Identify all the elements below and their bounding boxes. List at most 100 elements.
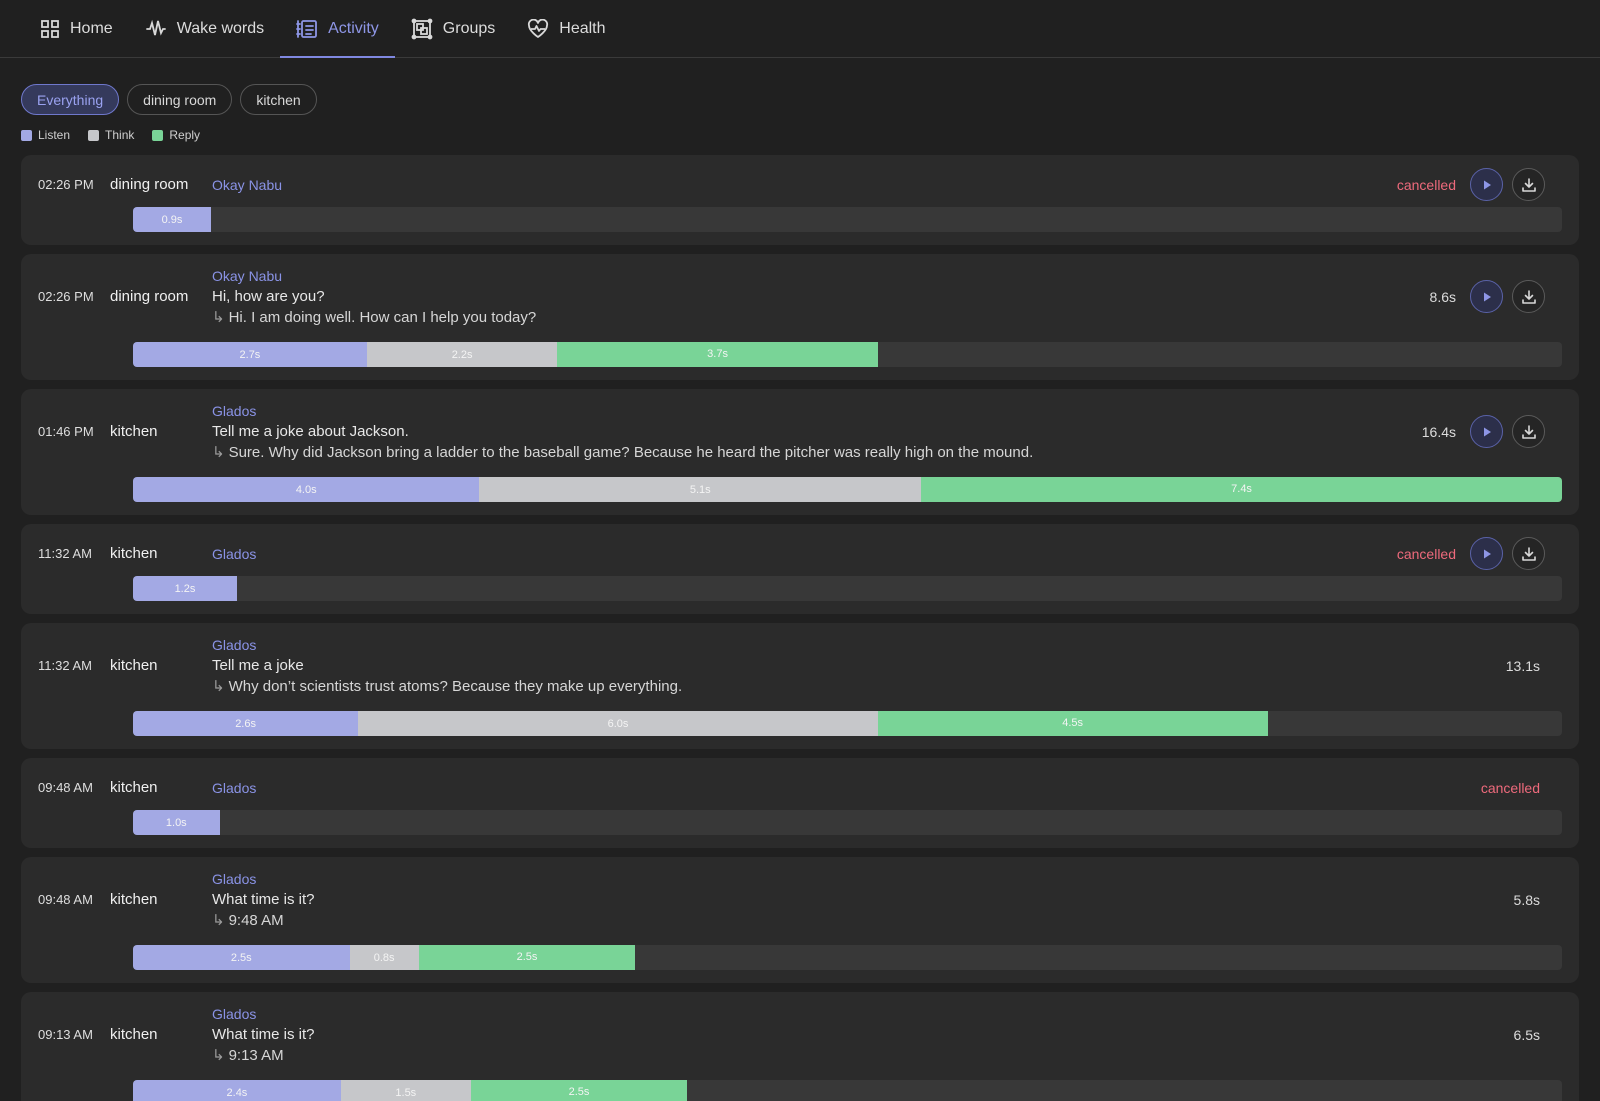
download-button[interactable]: [1512, 168, 1545, 201]
filter-chip-dining-room[interactable]: dining room: [127, 84, 233, 115]
legend-label: Listen: [38, 128, 71, 142]
activity-texts: Okay Nabu Hi, how are you? ↳ Hi. I am doing…: [212, 267, 1562, 328]
activity-actions: cancelled: [1397, 537, 1545, 570]
nav-home-label: Home: [70, 19, 113, 37]
activity-card: 09:48 AM kitchen Glados cancelled 1.0s: [21, 758, 1579, 848]
duration-label: 13.1s: [1505, 658, 1540, 674]
activity-list: 02:26 PM dining room Okay Nabu cancelled 0.9…: [0, 142, 1600, 1101]
activity-texts: Glados What time is it? ↳ 9:48 AM: [212, 870, 1562, 931]
activity-texts: Okay Nabu: [212, 168, 1562, 195]
reply-text: Sure. Why did Jackson bring a ladder to …: [228, 444, 1034, 461]
activity-card: 02:26 PM dining room Okay Nabu Hi, how are …: [21, 254, 1579, 380]
activity-room: kitchen: [110, 891, 158, 908]
status-cancelled-label: cancelled: [1396, 176, 1456, 193]
timeline-bar: 0.9s: [133, 207, 1562, 232]
timeline-bar: 2.4s 1.5s 2.5s: [133, 1080, 1562, 1101]
activity-time: 02:26 PM: [38, 177, 94, 192]
legend-swatch-listen: [21, 129, 32, 141]
wake-word: Glados: [212, 780, 257, 796]
timeline-segment-listen: 2.6s: [133, 711, 359, 736]
play-button[interactable]: [1470, 415, 1503, 448]
download-icon: [1521, 289, 1536, 304]
timeline-segment-think: 0.8s: [349, 945, 419, 970]
download-button[interactable]: [1512, 415, 1545, 448]
reply-line: ↳ Why don’t scientists trust atoms? Becau…: [212, 676, 1562, 697]
activity-header: 09:48 AM kitchen Glados What time is it? ↳ 9:…: [38, 870, 1562, 940]
nav-groups-label: Groups: [442, 19, 496, 37]
groups-icon: [411, 18, 433, 39]
utterance-text: Tell me a joke about Jackson.: [212, 423, 409, 440]
activity-header: 02:26 PM dining room Okay Nabu cancelled: [38, 168, 1562, 202]
nav-groups[interactable]: Groups: [395, 0, 511, 57]
reply-arrow-icon: ↳: [212, 309, 225, 326]
legend: Listen Think Reply: [0, 115, 1600, 142]
legend-item-listen: Listen: [21, 128, 70, 142]
activity-actions: 16.4s: [1422, 415, 1545, 448]
timeline-bar: 1.0s: [133, 810, 1562, 835]
timeline-segment-reply: 2.5s: [418, 945, 636, 970]
activity-texts: Glados Tell me a joke ↳ Why don’t scientist…: [212, 636, 1562, 697]
reply-line: ↳ 9:48 AM: [212, 910, 1562, 931]
play-button[interactable]: [1470, 280, 1503, 313]
nav-health[interactable]: Health: [511, 0, 621, 57]
duration-label: 6.5s: [1513, 1027, 1540, 1043]
activity-actions: cancelled: [1481, 771, 1545, 805]
activity-card: 11:32 AM kitchen Glados Tell me a joke ↳ Why …: [21, 623, 1579, 749]
grid-icon: [41, 19, 59, 38]
legend-swatch-reply: [152, 129, 164, 141]
timeline-segment-listen: 2.4s: [133, 1080, 341, 1101]
activity-actions: 8.6s: [1430, 280, 1545, 313]
play-icon: [1483, 292, 1491, 301]
timeline-segment-think: 1.5s: [340, 1080, 471, 1101]
activity-texts: Glados: [212, 771, 1562, 798]
activity-actions: 6.5s: [1514, 1018, 1545, 1052]
download-button[interactable]: [1512, 537, 1545, 570]
filter-chip-kitchen[interactable]: kitchen: [240, 84, 317, 115]
timeline-segment-listen: 1.0s: [133, 810, 220, 835]
play-icon: [1483, 549, 1491, 558]
activity-room: kitchen: [110, 545, 158, 562]
activity-actions: cancelled: [1397, 168, 1545, 201]
wake-word: Glados: [212, 637, 257, 653]
activity-time: 11:32 AM: [38, 546, 92, 561]
activity-card: 01:46 PM kitchen Glados Tell me a joke abou…: [21, 389, 1579, 515]
timeline-segment-listen: 1.2s: [133, 576, 237, 601]
reply-text: 9:48 AM: [228, 912, 284, 929]
play-button[interactable]: [1470, 537, 1503, 570]
activity-time: 09:48 AM: [38, 780, 93, 795]
activity-header: 11:32 AM kitchen Glados Tell me a joke ↳ Why …: [38, 636, 1562, 706]
filter-chip-everything[interactable]: Everything: [21, 84, 120, 115]
activity-header: 09:48 AM kitchen Glados cancelled: [38, 771, 1562, 805]
activity-card: 02:26 PM dining room Okay Nabu cancelled 0.9…: [21, 155, 1579, 245]
activity-room: dining room: [110, 288, 189, 305]
heart-pulse-icon: [528, 18, 549, 38]
timeline-bar: 2.6s 6.0s 4.5s: [133, 711, 1562, 736]
activity-header: 01:46 PM kitchen Glados Tell me a joke abou…: [38, 402, 1562, 472]
reply-text: 9:13 AM: [228, 1047, 284, 1064]
activity-header: 09:13 AM kitchen Glados What time is it? ↳ 9:…: [38, 1005, 1562, 1075]
status-cancelled-label: cancelled: [1480, 780, 1540, 796]
nav-wake-words[interactable]: Wake words: [129, 0, 280, 57]
timeline-segment-listen: 0.9s: [133, 207, 211, 232]
activity-time: 11:32 AM: [38, 658, 92, 673]
timeline-segment-think: 2.2s: [366, 342, 558, 367]
reply-text: Hi. I am doing well. How can I help you …: [228, 309, 537, 326]
activity-time: 09:13 AM: [38, 1027, 93, 1042]
reply-line: ↳ Sure. Why did Jackson bring a ladder to…: [212, 442, 1562, 463]
reply-arrow-icon: ↳: [212, 1047, 225, 1064]
timeline-segment-reply: 4.5s: [877, 711, 1268, 736]
reply-text: Why don’t scientists trust atoms? Becaus…: [228, 678, 683, 695]
timeline-bar: 2.7s 2.2s 3.7s: [133, 342, 1562, 367]
activity-texts: Glados: [212, 537, 1562, 564]
nav-wake-words-label: Wake words: [176, 19, 265, 37]
nav-activity[interactable]: Activity: [280, 0, 395, 58]
timeline-segment-reply: 7.4s: [921, 477, 1562, 502]
download-button[interactable]: [1512, 280, 1545, 313]
nav-home[interactable]: Home: [24, 0, 129, 57]
play-button[interactable]: [1470, 168, 1503, 201]
legend-label: Reply: [169, 128, 201, 142]
utterance-text: Hi, how are you?: [212, 288, 325, 305]
reply-arrow-icon: ↳: [212, 678, 225, 695]
wake-word: Glados: [212, 1006, 257, 1022]
timeline-segment-think: 6.0s: [358, 711, 878, 736]
